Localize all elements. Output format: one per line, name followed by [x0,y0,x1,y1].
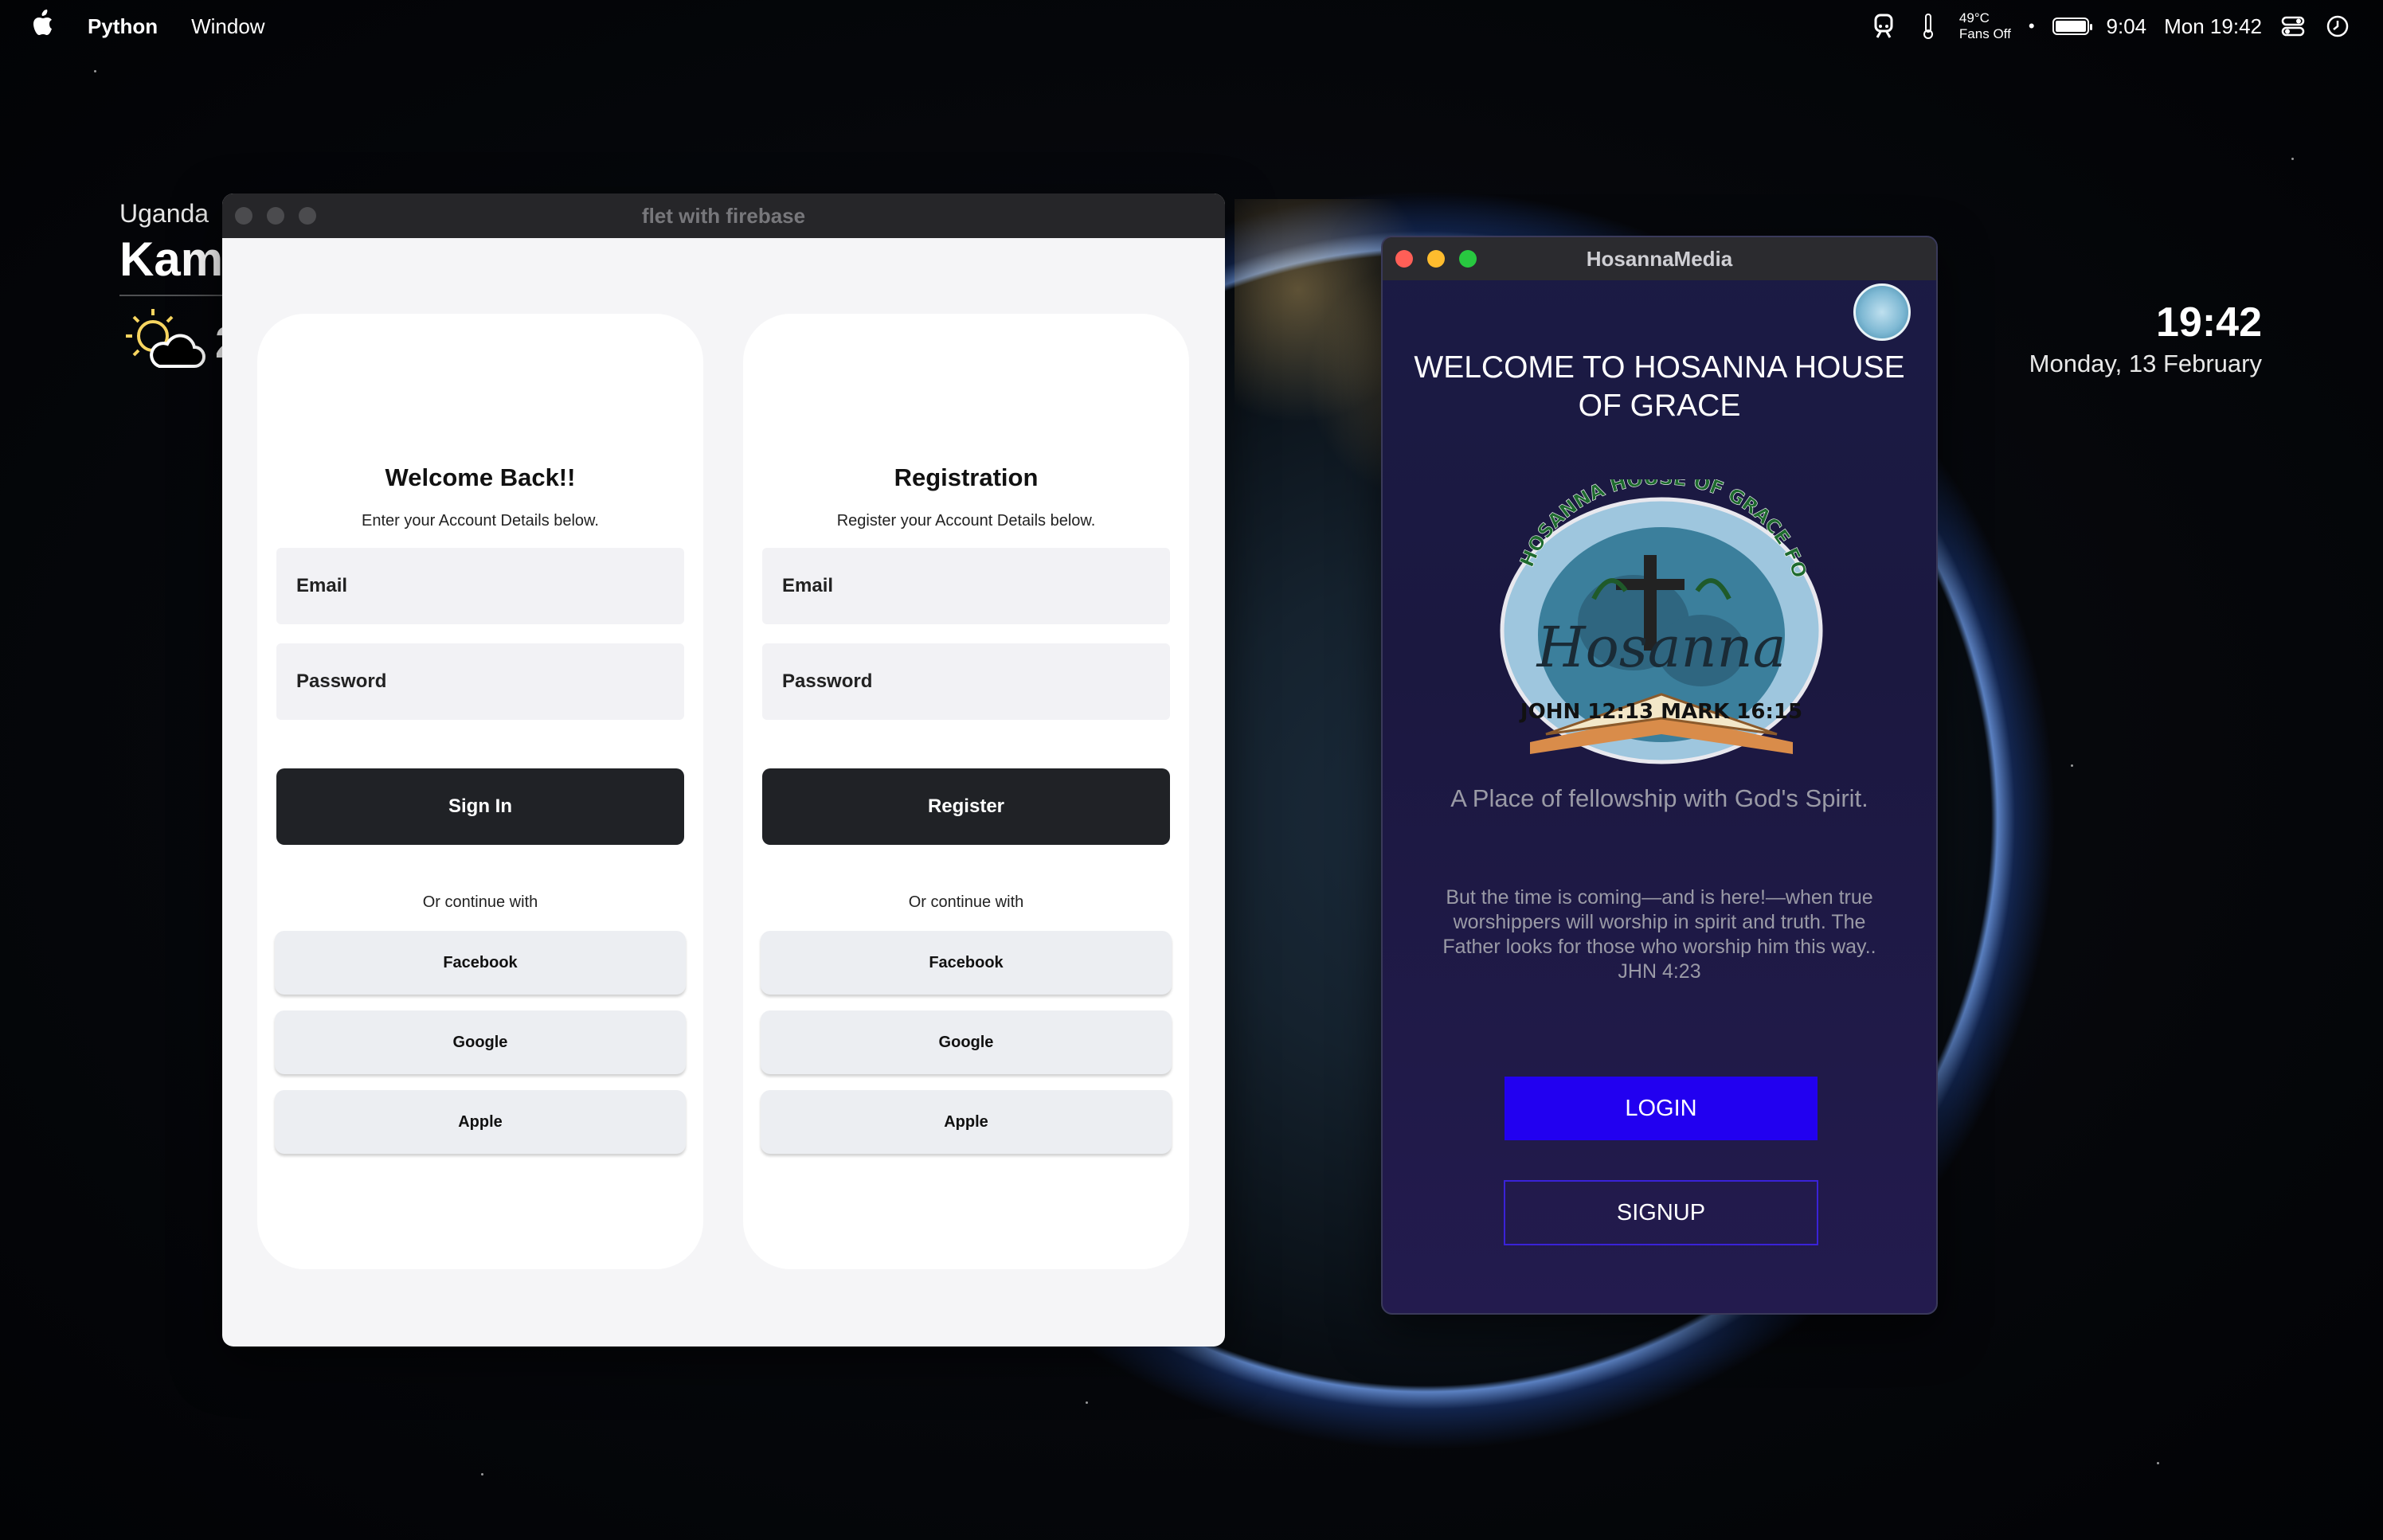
menu-short-time[interactable]: 9:04 [2107,14,2147,39]
register-password-placeholder: Password [782,670,873,692]
zoom-window-button[interactable] [299,207,316,225]
zoom-window-button[interactable] [1459,250,1477,268]
register-password-field[interactable]: Password [762,643,1170,720]
logo-book-text: JOHN 12:13 MARK 16:15 [1519,700,1802,724]
clock-date: Monday, 13 February [2029,350,2262,377]
login-window-title: flet with firebase [641,203,806,228]
star [481,1473,483,1476]
hosanna-window: HosannaMedia WELCOME TO HOSANNA HOUSE OF… [1381,236,1938,1315]
train-icon[interactable] [1870,13,1897,40]
register-button[interactable]: Register [762,768,1170,845]
star [2291,158,2294,160]
register-apple-button[interactable]: Apple [761,1090,1172,1154]
sun-cloud-icon [119,304,207,380]
hosanna-window-titlebar[interactable]: HosannaMedia [1383,237,1936,280]
hosanna-verse: But the time is coming—and is here!—when… [1442,886,1876,983]
menu-bar: Python Window 49°C Fans Off • 9:04 Mon 1… [0,0,2383,53]
signin-or-text: Or continue with [422,893,538,911]
hosanna-welcome-heading: WELCOME TO HOSANNA HOUSE OF GRACE [1414,350,1905,423]
signin-email-field[interactable]: Email [276,548,684,624]
star [2157,1462,2159,1464]
register-email-field[interactable]: Email [762,548,1170,624]
star [94,70,96,72]
close-window-button[interactable] [235,207,252,225]
login-window: flet with firebase Welcome Back!! Enter … [222,193,1225,1347]
register-email-placeholder: Email [782,575,834,596]
hosanna-tagline: A Place of fellowship with God's Spirit. [1450,784,1868,812]
minimize-window-button[interactable] [267,207,284,225]
battery-icon[interactable] [2052,18,2092,35]
sign-in-button[interactable]: Sign In [276,768,684,845]
close-window-button[interactable] [1395,250,1413,268]
signin-google-button[interactable]: Google [275,1010,686,1074]
weather-divider [119,295,223,296]
signup-button[interactable]: SIGNUP [1504,1180,1818,1245]
register-facebook-button[interactable]: Facebook [761,931,1172,995]
register-or-text: Or continue with [908,893,1024,911]
clock-widget: 19:42 Monday, 13 February [2029,299,2262,378]
minimize-window-button[interactable] [1427,250,1445,268]
logo-script-text: Hosanna [1536,615,1786,680]
signin-facebook-button[interactable]: Facebook [275,931,686,995]
register-google-button[interactable]: Google [761,1010,1172,1074]
signin-card: Welcome Back!! Enter your Account Detail… [257,314,703,1269]
apple-icon[interactable] [32,10,56,43]
profile-avatar[interactable] [1853,283,1911,341]
control-center-icon[interactable] [2279,13,2307,40]
register-subtitle: Register your Account Details below. [836,512,1096,530]
star [2071,764,2073,767]
login-button[interactable]: LOGIN [1505,1077,1818,1140]
thermometer-icon[interactable] [1915,13,1942,40]
signin-password-placeholder: Password [296,670,387,692]
signin-apple-button[interactable]: Apple [275,1090,686,1154]
register-card: Registration Register your Account Detai… [743,314,1189,1269]
register-heading: Registration [894,463,1039,491]
signin-email-placeholder: Email [296,575,348,596]
clock-time: 19:42 [2156,299,2262,346]
menu-app-name[interactable]: Python [88,14,158,39]
menu-dot: • [2028,16,2035,36]
signin-subtitle: Enter your Account Details below. [362,512,599,530]
login-window-titlebar[interactable]: flet with firebase [222,193,1225,238]
star [1086,1401,1088,1404]
signin-heading: Welcome Back!! [385,463,576,491]
hosanna-logo: HOSANNA HOUSE OF GRACE FOR ALL NATIONS H… [1489,462,1825,766]
fans-status: Fans Off [1958,26,2011,41]
menu-datetime[interactable]: Mon 19:42 [2164,14,2262,39]
temperature-value: 49°C [1958,10,1990,25]
signin-password-field[interactable]: Password [276,643,684,720]
temperature-readout[interactable]: 49°C Fans Off [1959,10,2011,42]
clock-icon[interactable] [2324,13,2351,40]
menu-window[interactable]: Window [191,14,264,39]
